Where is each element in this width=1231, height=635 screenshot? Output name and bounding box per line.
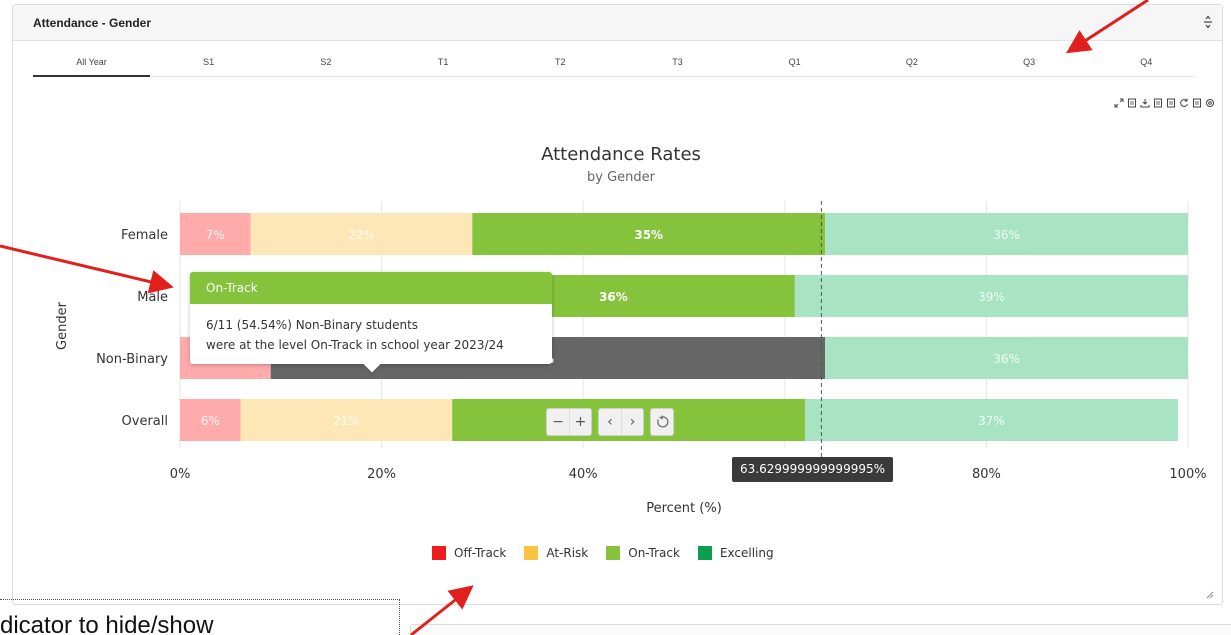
data-label: 21% bbox=[333, 414, 360, 428]
legend-item-at-risk[interactable]: At-Risk bbox=[524, 546, 588, 560]
tooltip-line-2: were at the level On-Track in school yea… bbox=[206, 338, 504, 352]
chart-tooltip: On-Track 6/11 (54.54%) Non-Binary studen… bbox=[190, 272, 552, 373]
reset-icon bbox=[657, 415, 669, 428]
chart-subtitle: by Gender bbox=[587, 170, 656, 185]
legend-swatch bbox=[432, 546, 446, 560]
legend-item-off-track[interactable]: Off-Track bbox=[432, 546, 506, 560]
data-label: 6% bbox=[201, 414, 220, 428]
pan-right-button[interactable]: › bbox=[621, 409, 643, 435]
data-label: 35% bbox=[634, 228, 663, 242]
x-tick-label: 20% bbox=[367, 467, 396, 482]
data-label: 36% bbox=[599, 290, 628, 304]
crosshair-value-label: 63.629999999999995% bbox=[732, 457, 894, 482]
tooltip-title: On-Track bbox=[190, 272, 552, 304]
x-tick-label: 80% bbox=[972, 467, 1001, 482]
chart-title: Attendance Rates bbox=[541, 144, 701, 165]
caption-text: dicator to hide/show bbox=[0, 612, 214, 635]
reset-zoom-button[interactable] bbox=[651, 409, 673, 435]
pan-left-button[interactable]: ‹ bbox=[599, 409, 621, 435]
y-axis-label: Gender bbox=[55, 301, 70, 350]
data-label: 36% bbox=[993, 352, 1020, 366]
x-axis-label: Percent (%) bbox=[646, 501, 722, 516]
category-label: Non-Binary bbox=[96, 352, 168, 367]
legend-swatch bbox=[606, 546, 621, 560]
data-label: 39% bbox=[978, 290, 1005, 304]
x-tick-label: 0% bbox=[170, 467, 191, 482]
chart-legend: Off-Track At-Risk On-Track Excelling bbox=[432, 546, 792, 560]
legend-label: On-Track bbox=[628, 546, 680, 560]
legend-swatch bbox=[524, 546, 539, 560]
x-tick-label: 40% bbox=[569, 467, 598, 482]
tooltip-body: 6/11 (54.54%) Non-Binary students were a… bbox=[190, 304, 552, 355]
legend-label: Excelling bbox=[719, 546, 774, 560]
attendance-chart: Attendance Ratesby Gender0%20%40%60%80%1… bbox=[55, 144, 1207, 516]
data-label: 37% bbox=[978, 414, 1005, 428]
category-label: Male bbox=[137, 290, 168, 305]
category-label: Overall bbox=[122, 414, 168, 429]
tooltip-line-1: 6/11 (54.54%) Non-Binary students bbox=[206, 318, 419, 332]
data-label: 7% bbox=[206, 228, 225, 242]
legend-item-excelling[interactable]: Excelling bbox=[697, 546, 774, 560]
category-label: Female bbox=[121, 228, 168, 243]
zoom-controls: − + ‹ › bbox=[546, 408, 674, 436]
legend-swatch bbox=[697, 546, 712, 560]
zoom-in-button[interactable]: + bbox=[569, 409, 591, 435]
data-label: 36% bbox=[993, 228, 1020, 242]
legend-label: At-Risk bbox=[546, 546, 589, 560]
next-panel-edge bbox=[410, 624, 1231, 635]
data-label: 22% bbox=[348, 228, 375, 242]
legend-item-on-track[interactable]: On-Track bbox=[606, 546, 680, 560]
x-tick-label: 100% bbox=[1169, 467, 1206, 482]
zoom-out-button[interactable]: − bbox=[547, 409, 569, 435]
legend-label: Off-Track bbox=[454, 546, 507, 560]
